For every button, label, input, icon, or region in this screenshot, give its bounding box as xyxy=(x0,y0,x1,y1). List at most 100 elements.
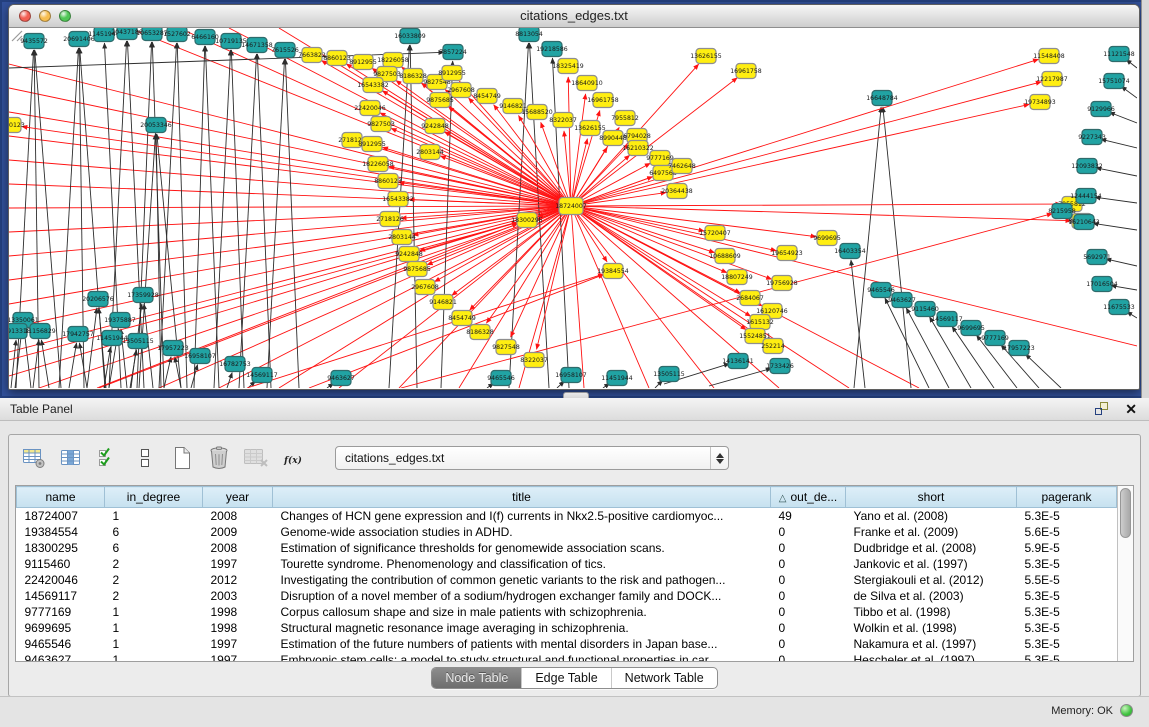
float-window-icon[interactable] xyxy=(1094,401,1109,416)
svg-text:11121548: 11121548 xyxy=(1103,51,1135,58)
svg-text:8454749: 8454749 xyxy=(473,93,501,100)
svg-text:15720407: 15720407 xyxy=(699,230,731,237)
table-row[interactable]: 1830029562008Estimation of significance … xyxy=(17,540,1117,556)
delete-table-icon[interactable] xyxy=(243,445,269,471)
table-panel-header: Table Panel ✕ xyxy=(0,398,1149,421)
table-selector-dropdown[interactable]: citations_edges.txt xyxy=(335,446,729,470)
svg-text:12093832: 12093832 xyxy=(1071,163,1103,170)
svg-text:18807249: 18807249 xyxy=(721,274,753,281)
table-row[interactable]: 1872400712008Changes of HCN gene express… xyxy=(17,508,1117,525)
svg-text:15751074: 15751074 xyxy=(1098,78,1130,85)
svg-text:16403354: 16403354 xyxy=(834,248,866,255)
svg-text:9242848: 9242848 xyxy=(421,123,449,130)
svg-text:9827503: 9827503 xyxy=(367,121,395,128)
svg-text:8186328: 8186328 xyxy=(466,329,494,336)
column-header-short[interactable]: short xyxy=(846,487,1017,508)
svg-text:16543382: 16543382 xyxy=(382,196,414,203)
svg-text:9129966: 9129966 xyxy=(1087,106,1115,113)
table-row[interactable]: 969969511998Structural magnetic resonanc… xyxy=(17,620,1117,636)
svg-text:8454749: 8454749 xyxy=(448,315,476,322)
svg-text:18325419: 18325419 xyxy=(552,63,584,70)
svg-text:19734893: 19734893 xyxy=(1024,99,1056,106)
svg-text:9465546: 9465546 xyxy=(487,375,515,382)
table-panel-title: Table Panel xyxy=(0,398,1149,420)
svg-text:7462648: 7462648 xyxy=(668,163,696,170)
table-panel: Table Panel ✕ xyxy=(0,398,1149,727)
table-row[interactable]: 946554611997Estimation of the future num… xyxy=(17,636,1117,652)
svg-text:16210643: 16210643 xyxy=(1068,219,1100,226)
function-builder-icon[interactable]: f(x) xyxy=(280,445,306,471)
table-row[interactable]: 946362711997Embryonic stem cells: a mode… xyxy=(17,652,1117,661)
node-table: name in_degree year title △out_de... sho… xyxy=(15,485,1134,662)
tab-node-table[interactable]: Node Table xyxy=(432,668,522,688)
network-desktop: citations_edges.txt 8860123 8912955 182260… xyxy=(0,0,1149,398)
column-visibility-icon[interactable] xyxy=(58,445,84,471)
svg-text:19218586: 19218586 xyxy=(536,46,568,53)
sort-ascending-icon: △ xyxy=(779,493,787,504)
svg-text:9777169: 9777169 xyxy=(981,335,1009,342)
table-body: 1872400712008Changes of HCN gene express… xyxy=(17,508,1117,662)
network-window-title: citations_edges.txt xyxy=(9,5,1139,27)
memory-ok-indicator-icon[interactable] xyxy=(1120,704,1133,717)
status-bar: Memory: OK xyxy=(0,696,1149,727)
svg-text:16958107: 16958107 xyxy=(555,372,587,379)
network-window-titlebar[interactable]: citations_edges.txt xyxy=(9,5,1139,28)
table-mode-icon[interactable] xyxy=(21,445,47,471)
scrollbar-thumb[interactable] xyxy=(1120,488,1131,538)
network-view-window[interactable]: citations_edges.txt 8860123 8912955 182260… xyxy=(8,4,1140,390)
svg-text:9699695: 9699695 xyxy=(813,235,841,242)
svg-text:16961758: 16961758 xyxy=(730,68,762,75)
svg-text:9463627: 9463627 xyxy=(888,297,916,304)
network-canvas[interactable]: 8860123891295518226058982750316543382224… xyxy=(9,28,1139,388)
column-header-title[interactable]: title xyxy=(273,487,771,508)
svg-text:16648784: 16648784 xyxy=(866,95,898,102)
column-header-year[interactable]: year xyxy=(203,487,273,508)
svg-text:16958107: 16958107 xyxy=(184,353,216,360)
svg-text:11156829: 11156829 xyxy=(24,328,56,335)
svg-text:14671358: 14671358 xyxy=(241,42,273,49)
resize-grip-icon[interactable] xyxy=(9,28,23,42)
svg-text:2803144: 2803144 xyxy=(388,234,416,241)
svg-text:2718126: 2718126 xyxy=(376,216,404,223)
dropdown-arrows-icon xyxy=(710,447,728,469)
zoom-window-button[interactable] xyxy=(59,10,71,22)
svg-text:9146821: 9146821 xyxy=(429,299,457,306)
selection-mode-icon[interactable] xyxy=(95,445,121,471)
svg-text:18226058: 18226058 xyxy=(362,161,394,168)
table-tabs: Node Table Edge Table Network Table xyxy=(9,667,1140,689)
row-height-icon[interactable] xyxy=(132,445,158,471)
svg-text:17016504: 17016504 xyxy=(1086,281,1118,288)
column-header-in-degree[interactable]: in_degree xyxy=(105,487,203,508)
table-row[interactable]: 1938455462009Genome-wide association stu… xyxy=(17,524,1117,540)
create-column-icon[interactable] xyxy=(169,445,195,471)
tab-edge-table[interactable]: Edge Table xyxy=(522,668,611,688)
svg-text:7955812: 7955812 xyxy=(611,115,639,122)
svg-text:8215958: 8215958 xyxy=(1048,208,1076,215)
table-row[interactable]: 977716911998Corpus callosum shape and si… xyxy=(17,604,1117,620)
svg-text:6794028: 6794028 xyxy=(623,133,651,140)
svg-text:1733426: 1733426 xyxy=(766,363,794,370)
table-row[interactable]: 2242004622012Investigating the contribut… xyxy=(17,572,1117,588)
close-window-button[interactable] xyxy=(19,10,31,22)
minimize-window-button[interactable] xyxy=(39,10,51,22)
close-panel-icon[interactable]: ✕ xyxy=(1125,402,1137,416)
column-header-out-degree[interactable]: △out_de... xyxy=(771,487,846,508)
column-header-pagerank[interactable]: pagerank xyxy=(1017,487,1117,508)
svg-text:9827548: 9827548 xyxy=(492,344,520,351)
delete-column-icon[interactable] xyxy=(206,445,232,471)
svg-text:11451944: 11451944 xyxy=(601,375,633,382)
table-row[interactable]: 911546021997Tourette syndrome. Phenomeno… xyxy=(17,556,1117,572)
svg-text:8912955: 8912955 xyxy=(438,70,466,77)
svg-text:13505115: 13505115 xyxy=(653,371,685,378)
table-row[interactable]: 1456911722003Disruption of a novel membe… xyxy=(17,588,1117,604)
svg-text:13505115: 13505115 xyxy=(122,338,154,345)
svg-text:18640910: 18640910 xyxy=(571,80,603,87)
svg-text:8813054: 8813054 xyxy=(515,31,543,38)
table-vertical-scrollbar[interactable] xyxy=(1117,486,1133,661)
column-header-name[interactable]: name xyxy=(17,487,105,508)
svg-text:1527602: 1527602 xyxy=(163,31,191,38)
tab-network-table[interactable]: Network Table xyxy=(612,668,717,688)
svg-text:11548408: 11548408 xyxy=(1033,53,1065,60)
svg-text:8860123: 8860123 xyxy=(374,178,402,185)
citation-graph[interactable]: 8860123891295518226058982750316543382224… xyxy=(9,28,1137,388)
